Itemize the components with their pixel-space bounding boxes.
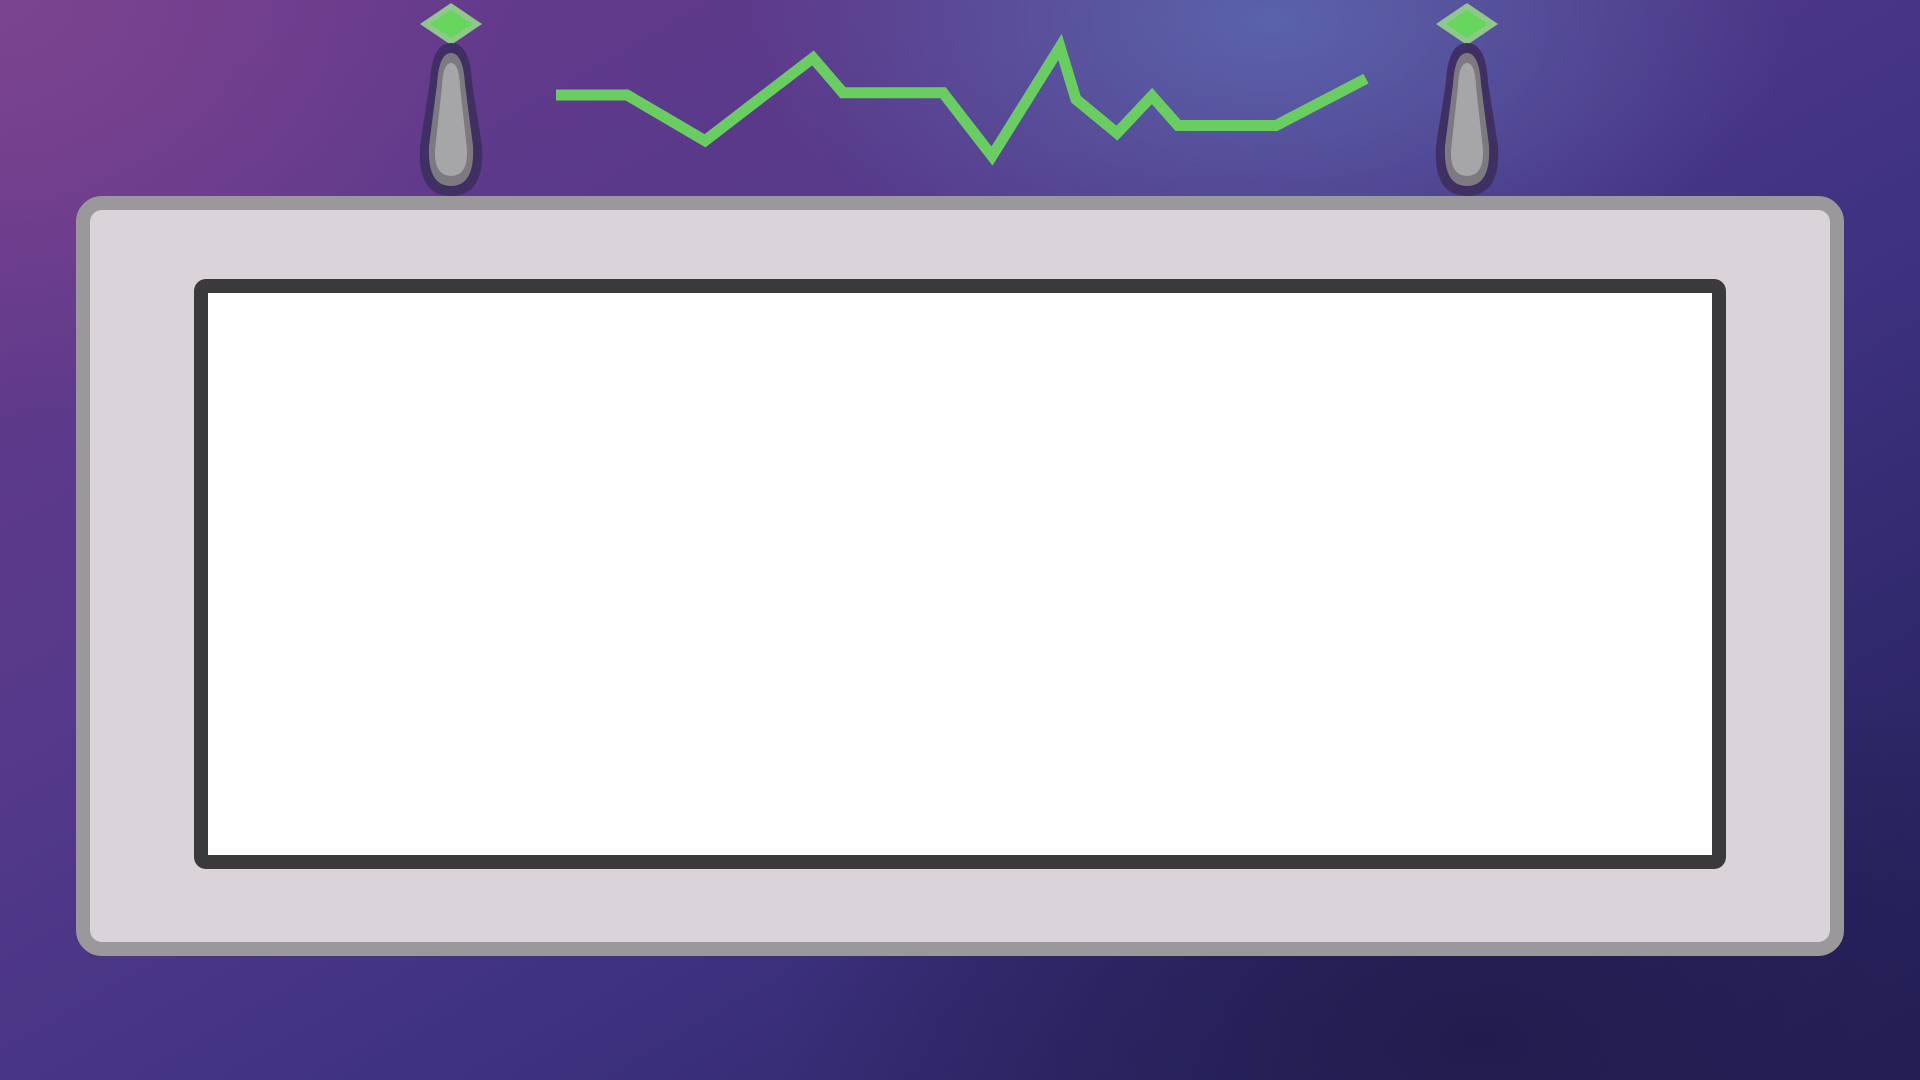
display-screen[interactable] [194,279,1726,869]
right-lever[interactable] [1435,3,1499,196]
game-stage [0,0,1920,1080]
left-lever[interactable] [419,3,483,196]
signal-waveform [556,33,1369,166]
